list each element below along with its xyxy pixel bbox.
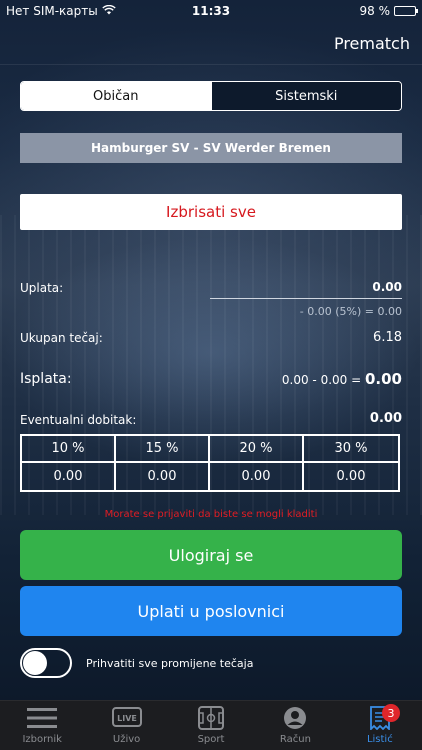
tab-label: Sport: [197, 734, 225, 745]
bonus-header-cell: 10 %: [22, 436, 116, 463]
battery-icon: [394, 6, 418, 16]
accept-changes-toggle[interactable]: [20, 648, 72, 678]
tab-label: Račun: [279, 734, 311, 745]
clock: 11:33: [191, 4, 231, 18]
bonus-value-cell: 0.00: [210, 463, 304, 490]
tab-racun[interactable]: Račun: [253, 701, 337, 750]
pay-in-shop-button[interactable]: Uplati u poslovnici: [20, 586, 402, 636]
payout-value: 0.00: [364, 370, 402, 388]
segment-sistemski[interactable]: Sistemski: [210, 82, 401, 110]
match-row[interactable]: Hamburger SV - SV Werder Bremen: [20, 133, 402, 163]
tab-label: Uživo: [112, 734, 141, 745]
bonus-value-cell: 0.00: [22, 463, 116, 490]
tab-sport[interactable]: Sport: [169, 701, 253, 750]
payout-label: Isplata:: [20, 371, 72, 387]
accept-changes-label: Prihvatiti sve promijene tečaja: [86, 657, 254, 670]
sport-field-icon: [198, 704, 225, 732]
bonus-value-cell: 0.00: [336, 469, 366, 484]
ticket-count-badge: 3: [382, 704, 401, 722]
svg-text:LIVE: LIVE: [117, 714, 137, 723]
login-button[interactable]: Ulogiraj se: [20, 530, 402, 580]
bet-type-segment: Običan Sistemski: [20, 81, 402, 111]
status-bar: Нет SIM-карты 11:33 98 %: [0, 0, 422, 22]
bonus-header-cell: 20 %: [210, 436, 304, 463]
tab-label: Izbornik: [22, 734, 62, 745]
header-divider: [0, 64, 422, 65]
page-title: Prematch: [333, 34, 410, 53]
total-odds-value: 6.18: [373, 330, 402, 345]
payout-formula: 0.00 - 0.00 =: [281, 373, 362, 387]
bonus-value-cell: 0.00: [116, 463, 210, 490]
live-icon: LIVE: [111, 704, 142, 732]
total-odds-label: Ukupan tečaj:: [20, 331, 103, 345]
tab-izbornik[interactable]: Izbornik: [0, 701, 84, 750]
tab-bar: Izbornik LIVE Uživo Sport Račun Listić 3: [0, 700, 422, 750]
login-warning: Morate se prijaviti da biste se mogli kl…: [104, 509, 318, 520]
clear-all-button[interactable]: Izbrisati sve: [20, 194, 402, 230]
stake-input-underline: [210, 298, 402, 299]
stake-label: Uplata:: [20, 281, 64, 295]
potential-win-value: 0.00: [369, 411, 402, 426]
bonus-table: 10 % 15 % 20 % 30 % 0.00 0.00 0.00 0.00: [20, 434, 400, 492]
toggle-knob: [23, 651, 47, 675]
stake-tax-note: - 0.00 (5%) = 0.00: [299, 305, 402, 318]
stake-input[interactable]: 0.00: [372, 280, 402, 294]
bonus-header-cell: 30 %: [304, 436, 398, 463]
tab-listic[interactable]: Listić 3: [338, 701, 422, 750]
tab-label: Listić: [366, 734, 393, 745]
segment-obican[interactable]: Običan: [21, 82, 211, 110]
tab-uzivo[interactable]: LIVE Uživo: [84, 701, 168, 750]
bonus-header-cell: 15 %: [116, 436, 210, 463]
menu-icon: [27, 704, 58, 732]
potential-win-label: Eventualni dobitak:: [20, 413, 137, 427]
account-icon: [283, 704, 307, 732]
